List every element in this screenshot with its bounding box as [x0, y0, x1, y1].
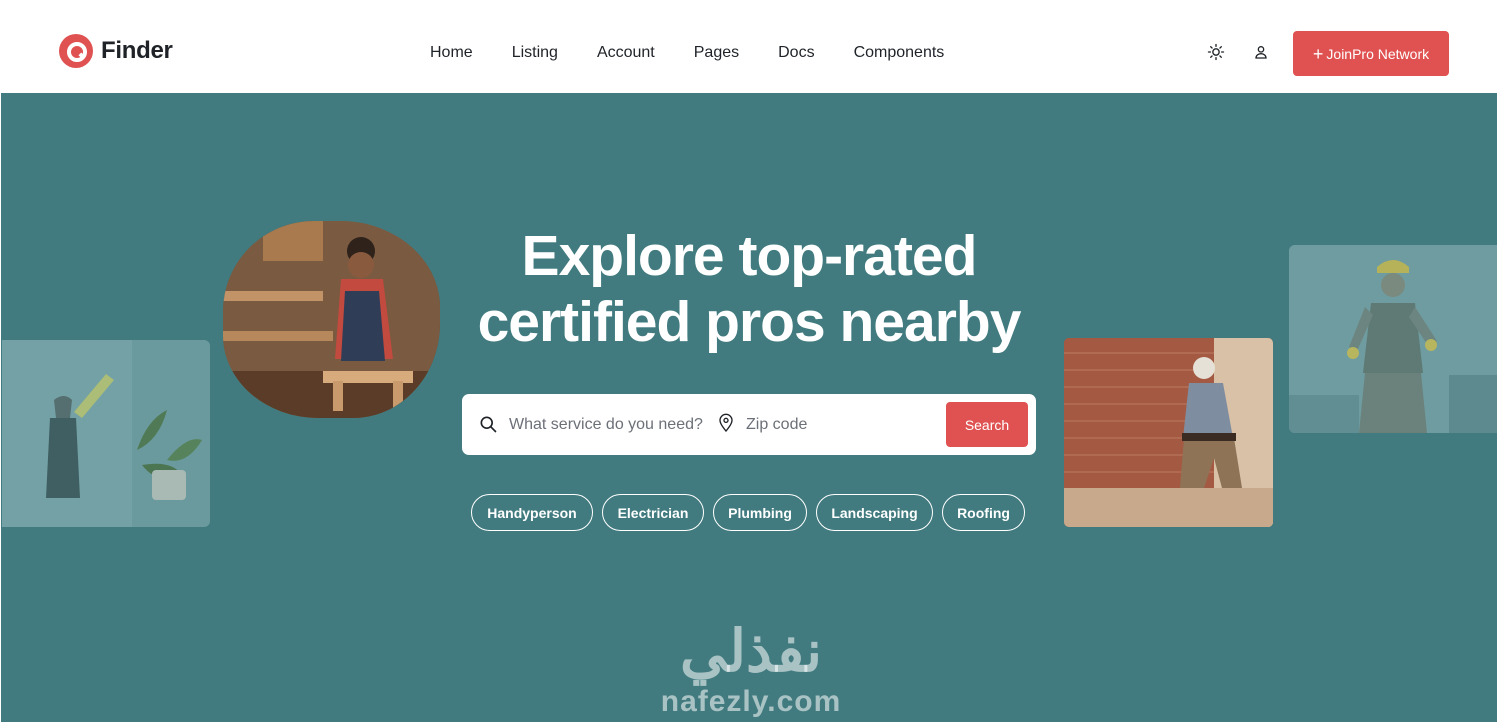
- site-header: Finder Home Listing Account Pages Docs C…: [0, 0, 1499, 93]
- theme-toggle-button[interactable]: [1206, 42, 1226, 62]
- hero-title-line-1: Explore top-rated: [521, 224, 978, 288]
- finder-logo-icon: [59, 34, 93, 68]
- hero-title-line-2: certified pros nearby: [477, 290, 1022, 354]
- nav-item-docs[interactable]: Docs: [778, 44, 814, 62]
- hero-title: Explore top-rated certified pros nearby: [1, 223, 1497, 355]
- service-search-input[interactable]: [509, 394, 709, 455]
- nav-item-home[interactable]: Home: [430, 44, 473, 62]
- search-icon: [480, 416, 497, 433]
- join-pro-network-button[interactable]: + JoinPro Network: [1293, 31, 1449, 76]
- nav-item-components[interactable]: Components: [854, 44, 945, 62]
- nav-item-listing[interactable]: Listing: [512, 44, 558, 62]
- bricklayer-photo: [1064, 338, 1273, 527]
- zip-code-input[interactable]: [746, 394, 936, 455]
- painter-photo: [2, 340, 210, 527]
- category-chip-landscaping[interactable]: Landscaping: [816, 494, 933, 531]
- brand-name: Finder: [101, 37, 173, 64]
- hero-section: Explore top-rated certified pros nearby …: [1, 93, 1497, 722]
- main-nav: Home Listing Account Pages Docs Componen…: [430, 44, 944, 62]
- nav-item-account[interactable]: Account: [597, 44, 655, 62]
- category-chip-electrician[interactable]: Electrician: [602, 494, 704, 531]
- search-button[interactable]: Search: [946, 402, 1028, 447]
- category-chip-roofing[interactable]: Roofing: [942, 494, 1025, 531]
- watermark: نفذلي nafezly.com: [621, 623, 881, 719]
- sun-icon: [1207, 43, 1225, 61]
- category-chip-plumbing[interactable]: Plumbing: [713, 494, 807, 531]
- join-pro-network-label: JoinPro Network: [1326, 45, 1430, 62]
- brand-logo[interactable]: Finder: [59, 34, 173, 68]
- map-pin-icon: [719, 413, 733, 432]
- category-chip-handyperson[interactable]: Handyperson: [471, 494, 593, 531]
- account-button[interactable]: [1251, 42, 1271, 62]
- nav-item-pages[interactable]: Pages: [694, 44, 739, 62]
- category-chips: Handyperson Electrician Plumbing Landsca…: [471, 494, 1025, 531]
- service-search-form: Search: [462, 394, 1036, 455]
- plus-icon: +: [1312, 43, 1324, 64]
- user-icon: [1255, 46, 1267, 59]
- watermark-latin: nafezly.com: [660, 685, 842, 718]
- watermark-arabic: نفذلي: [680, 619, 822, 684]
